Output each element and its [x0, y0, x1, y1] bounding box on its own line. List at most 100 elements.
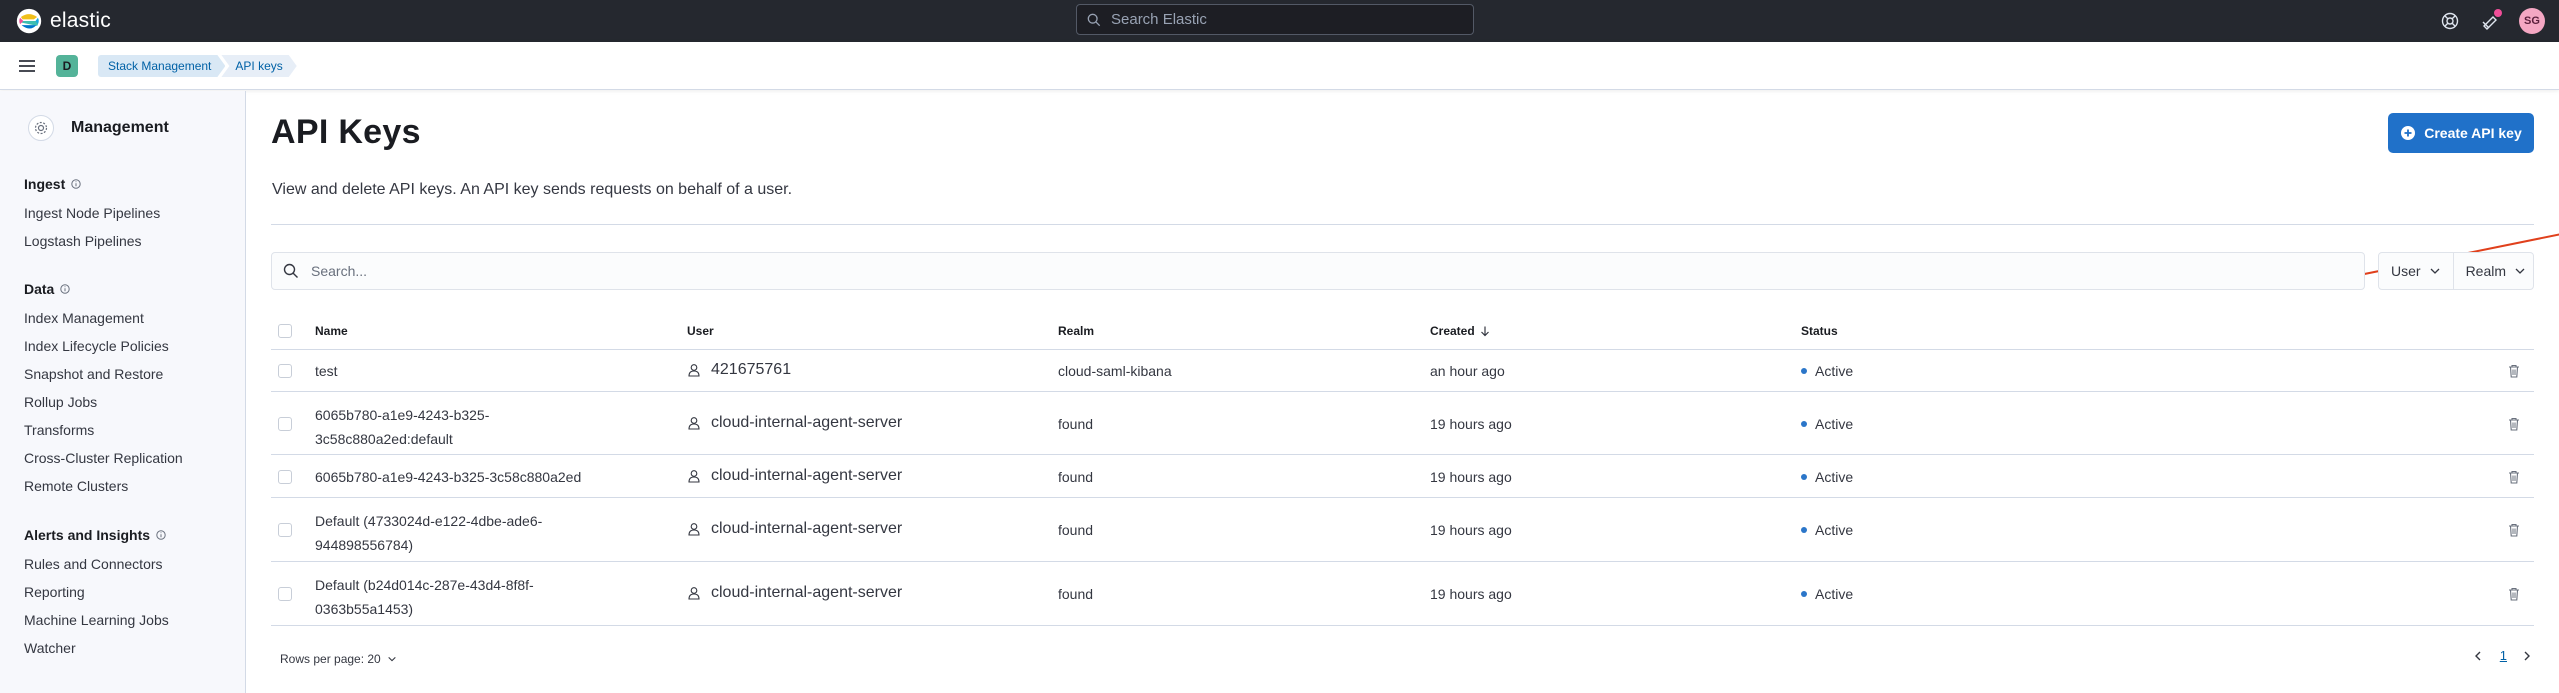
- trash-icon[interactable]: [2506, 416, 2522, 432]
- trash-icon[interactable]: [2506, 363, 2522, 379]
- newsfeed-button[interactable]: [2479, 9, 2502, 32]
- status-badge: Active: [1815, 522, 1854, 538]
- column-name[interactable]: Name: [315, 324, 348, 338]
- sidebar-item-index-management[interactable]: Index Management: [24, 310, 144, 326]
- row-name[interactable]: 6065b780-a1e9-4243-b325-3c58c880a2ed: [315, 469, 581, 485]
- sidebar-item-ingest-node-pipelines[interactable]: Ingest Node Pipelines: [24, 205, 160, 221]
- info-icon: [60, 284, 71, 294]
- user-filter-button[interactable]: User: [2379, 253, 2454, 289]
- column-realm[interactable]: Realm: [1058, 324, 1094, 338]
- previous-page-button[interactable]: [2472, 649, 2486, 663]
- trash-icon[interactable]: [2506, 469, 2522, 485]
- status-dot: [1801, 421, 1807, 427]
- row-created: 19 hours ago: [1430, 522, 1512, 538]
- user-filter-label: User: [2391, 263, 2421, 279]
- sidebar-item-cross-cluster-replication[interactable]: Cross-Cluster Replication: [24, 450, 183, 466]
- trash-icon[interactable]: [2506, 522, 2522, 538]
- management-sidebar: Management Ingest Ingest Node Pipelines …: [0, 91, 246, 693]
- breadcrumb-api-keys: API keys: [221, 55, 296, 77]
- row-user-value: cloud-internal-agent-server: [711, 467, 903, 484]
- breadcrumb: Stack Management API keys: [98, 55, 297, 77]
- header-actions: SG: [2439, 0, 2545, 42]
- chevron-down-icon: [2430, 268, 2440, 274]
- rows-per-page-selector[interactable]: Rows per page: 20: [280, 652, 397, 666]
- page-number[interactable]: 1: [2500, 648, 2507, 663]
- menu-icon[interactable]: [17, 56, 37, 76]
- sidebar-item-remote-clusters[interactable]: Remote Clusters: [24, 478, 128, 494]
- sidebar-group-ingest: Ingest: [24, 176, 81, 192]
- row-name-line: Default (4733024d-e122-4dbe-ade6-: [315, 513, 543, 529]
- row-checkbox[interactable]: [278, 523, 292, 537]
- page-title: API Keys: [271, 113, 421, 151]
- sidebar-item-rollup-jobs[interactable]: Rollup Jobs: [24, 394, 97, 410]
- row-name-line: Default (b24d014c-287e-43d4-8f8f-: [315, 577, 534, 593]
- space-selector[interactable]: D: [56, 55, 78, 77]
- row-checkbox[interactable]: [278, 364, 292, 378]
- sort-arrow-down-icon: [1480, 326, 1489, 337]
- elastic-logo-icon: [16, 8, 42, 34]
- user-icon: [688, 470, 700, 483]
- table-search-input[interactable]: [311, 263, 2311, 279]
- search-icon: [283, 263, 298, 278]
- row-name[interactable]: 6065b780-a1e9-4243-b325- 3c58c880a2ed:de…: [315, 403, 489, 451]
- info-icon: [156, 530, 166, 540]
- column-label: User: [687, 324, 714, 338]
- column-created[interactable]: Created: [1430, 324, 1491, 338]
- row-user: cloud-internal-agent-server: [687, 520, 902, 538]
- user-icon: [688, 364, 700, 377]
- header-divider: [271, 224, 2534, 225]
- status-badge: Active: [1815, 469, 1854, 485]
- column-label: Status: [1801, 324, 1838, 338]
- row-user: cloud-internal-agent-server: [687, 584, 902, 602]
- sidebar-item-logstash-pipelines[interactable]: Logstash Pipelines: [24, 233, 142, 249]
- global-search-input[interactable]: [1111, 11, 1451, 28]
- sidebar-group-label: Alerts and Insights: [24, 527, 151, 543]
- main-content: API Keys View and delete API keys. An AP…: [247, 91, 2559, 693]
- gear-icon: [28, 115, 54, 141]
- page-description: View and delete API keys. An API key sen…: [272, 181, 793, 198]
- breadcrumb-stack-management[interactable]: Stack Management: [98, 55, 225, 77]
- column-label: Name: [315, 324, 348, 338]
- sidebar-item-rules-and-connectors[interactable]: Rules and Connectors: [24, 556, 163, 572]
- row-name[interactable]: Default (4733024d-e122-4dbe-ade6- 944898…: [315, 509, 542, 557]
- sidebar-item-machine-learning-jobs[interactable]: Machine Learning Jobs: [24, 612, 169, 628]
- sidebar-item-reporting[interactable]: Reporting: [24, 584, 85, 600]
- top-header: elastic SG: [0, 0, 2559, 42]
- column-label: Realm: [1058, 324, 1095, 338]
- sidebar-item-transforms[interactable]: Transforms: [24, 422, 94, 438]
- sidebar-item-watcher[interactable]: Watcher: [24, 640, 76, 656]
- row-name[interactable]: Default (b24d014c-287e-43d4-8f8f- 0363b5…: [315, 573, 534, 621]
- chevron-down-icon: [388, 656, 396, 662]
- help-button[interactable]: [2439, 10, 2461, 32]
- row-checkbox[interactable]: [278, 587, 292, 601]
- row-user-value: 421675761: [711, 361, 792, 378]
- global-search[interactable]: [1076, 4, 1474, 35]
- row-name-line: 0363b55a1453): [315, 601, 414, 617]
- row-name[interactable]: test: [315, 363, 338, 379]
- info-icon: [71, 179, 81, 189]
- column-user[interactable]: User: [687, 324, 714, 338]
- user-avatar[interactable]: SG: [2519, 8, 2545, 34]
- table-row: test 421675761 cloud-saml-kibana an hour…: [271, 350, 2534, 392]
- row-name-line: 944898556784): [315, 537, 414, 553]
- search-icon: [1087, 13, 1101, 26]
- elastic-logo[interactable]: elastic: [16, 8, 111, 34]
- sidebar-item-snapshot-and-restore[interactable]: Snapshot and Restore: [24, 366, 163, 382]
- chevron-left-icon: [2474, 651, 2481, 660]
- row-user: 421675761: [687, 361, 791, 379]
- trash-icon[interactable]: [2506, 586, 2522, 602]
- table-search[interactable]: [271, 252, 2365, 290]
- realm-filter-button[interactable]: Realm: [2454, 253, 2538, 289]
- row-status: Active: [1801, 586, 1853, 602]
- select-all-checkbox[interactable]: [278, 324, 292, 338]
- next-page-button[interactable]: [2521, 649, 2535, 663]
- table-header: Name User Realm Created Status: [271, 312, 2534, 350]
- chevron-right-icon: [2524, 651, 2530, 660]
- row-checkbox[interactable]: [278, 470, 292, 484]
- row-realm: found: [1058, 469, 1094, 485]
- row-checkbox[interactable]: [278, 417, 292, 431]
- sidebar-item-index-lifecycle-policies[interactable]: Index Lifecycle Policies: [24, 338, 169, 354]
- row-user-value: cloud-internal-agent-server: [711, 414, 903, 431]
- user-icon: [688, 587, 700, 600]
- column-status[interactable]: Status: [1801, 324, 1838, 338]
